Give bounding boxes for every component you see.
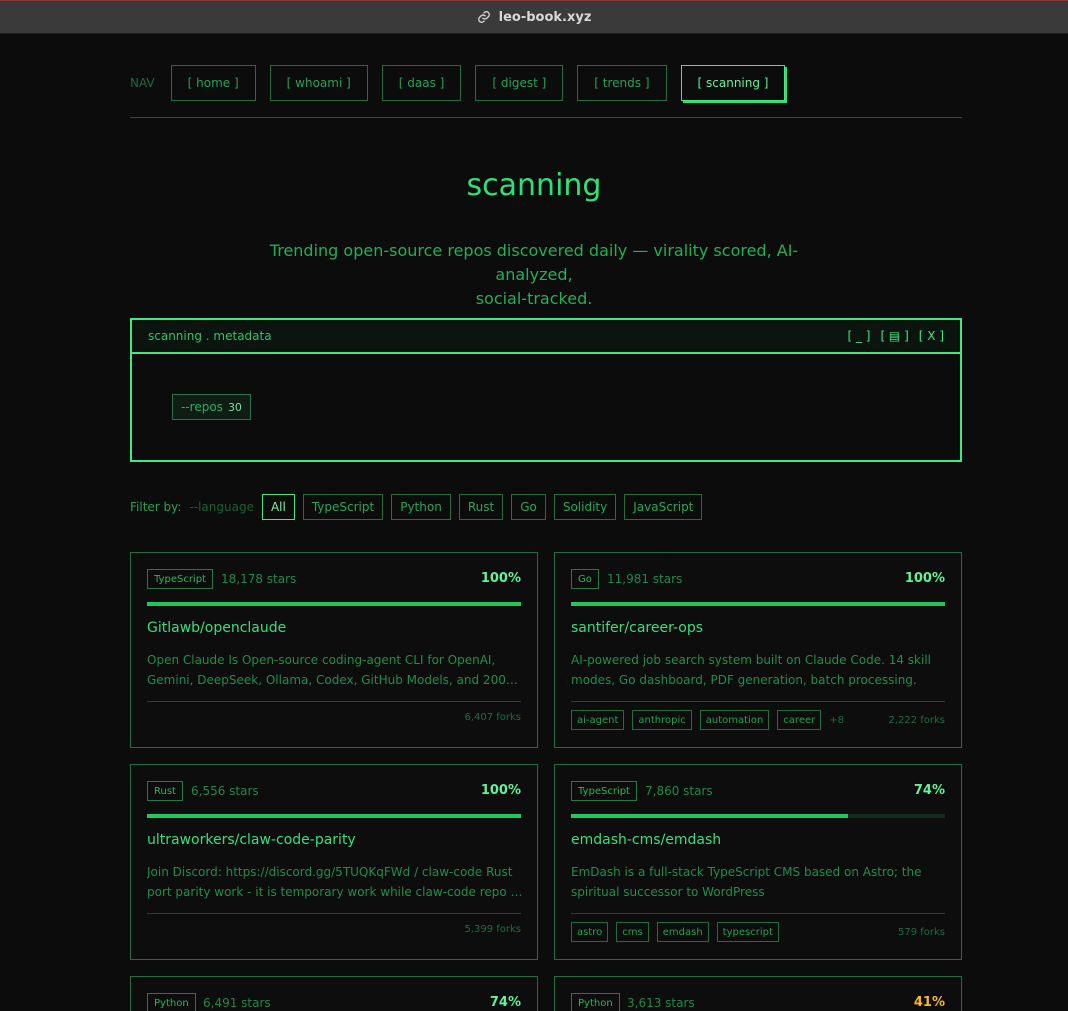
repo-description: Join Discord: https://discord.gg/5TUQKqF… <box>147 865 521 899</box>
page-subtitle: Trending open-source repos discovered da… <box>234 239 834 311</box>
language-badge: TypeScript <box>571 781 637 801</box>
repo-card[interactable]: Go 11,981 stars 100% santifer/career-ops… <box>554 552 962 748</box>
metadata-panel-title: scanning . metadata <box>148 329 272 343</box>
filter-label: Filter by: <box>130 500 182 514</box>
filter-typescript[interactable]: TypeScript <box>302 494 384 520</box>
score-bar-fill <box>147 814 521 818</box>
more-tags-count[interactable]: +8 <box>829 715 844 726</box>
fork-count: 579 forks <box>897 927 945 938</box>
repos-count-badge: --repos 30 <box>172 394 251 420</box>
minimize-button[interactable]: [ _ ] <box>847 329 870 343</box>
star-count: 18,178 stars <box>221 572 297 586</box>
repo-description: AI-powered job search system built on Cl… <box>571 653 931 687</box>
link-icon <box>477 10 491 24</box>
nav-trends[interactable]: [ trends ] <box>577 65 667 101</box>
repos-label: --repos <box>181 400 223 414</box>
topic-tag[interactable]: career <box>777 710 822 730</box>
score-bar-fill <box>571 602 945 606</box>
star-count: 7,860 stars <box>645 784 713 798</box>
repo-card[interactable]: TypeScript 18,178 stars 100% Gitlawb/ope… <box>130 552 538 748</box>
repo-card[interactable]: Python 6,491 stars 74% <box>130 976 538 1011</box>
repo-card[interactable]: Rust 6,556 stars 100% ultraworkers/claw-… <box>130 764 538 960</box>
repo-name-link[interactable]: Gitlawb/openclaude <box>147 620 286 636</box>
star-count: 6,491 stars <box>203 996 271 1010</box>
score-bar <box>571 602 945 606</box>
topic-tag[interactable]: astro <box>571 922 609 942</box>
topic-tag[interactable]: cms <box>616 922 649 942</box>
repo-description: EmDash is a full-stack TypeScript CMS ba… <box>571 865 922 899</box>
fork-count: 6,407 forks <box>464 712 521 723</box>
main-nav: NAV [ home ] [ whoami ] [ daas ] [ diges… <box>130 65 962 101</box>
topic-tag[interactable]: anthropic <box>632 710 692 730</box>
subtitle-line-1: Trending open-source repos discovered da… <box>269 241 799 284</box>
filter-javascript[interactable]: JavaScript <box>624 494 703 520</box>
star-count: 6,556 stars <box>191 784 259 798</box>
topic-tags: astro cms emdash typescript <box>571 922 779 942</box>
language-badge: Go <box>571 569 599 589</box>
filter-solidity[interactable]: Solidity <box>553 494 617 520</box>
repo-name-link[interactable]: santifer/career-ops <box>571 620 703 636</box>
nav-daas[interactable]: [ daas ] <box>381 65 462 101</box>
subtitle-line-2: social-tracked. <box>475 289 593 308</box>
virality-score: 100% <box>904 571 945 586</box>
nav-divider <box>130 117 962 118</box>
metadata-panel-header: scanning . metadata [ _ ] [ ▤ ] [ X ] <box>132 320 960 354</box>
topic-tag[interactable]: ai-agent <box>571 710 625 730</box>
topic-tag[interactable]: automation <box>699 710 770 730</box>
browser-url[interactable]: leo-book.xyz <box>499 10 592 25</box>
metadata-panel: scanning . metadata [ _ ] [ ▤ ] [ X ] --… <box>130 318 962 462</box>
nav-label: NAV <box>130 76 155 90</box>
fork-count: 5,399 forks <box>464 924 521 935</box>
language-badge: Python <box>571 993 620 1011</box>
nav-digest[interactable]: [ digest ] <box>475 65 564 101</box>
language-badge: TypeScript <box>147 569 213 589</box>
maximize-button[interactable]: [ ▤ ] <box>880 329 908 343</box>
window-controls: [ _ ] [ ▤ ] [ X ] <box>847 329 944 343</box>
language-badge: Python <box>147 993 196 1011</box>
star-count: 11,981 stars <box>607 572 683 586</box>
filter-rust[interactable]: Rust <box>458 494 504 520</box>
score-bar-fill <box>147 602 521 606</box>
filter-go[interactable]: Go <box>511 494 546 520</box>
virality-score: 100% <box>480 783 521 798</box>
topic-tags: ai-agent anthropic automation career +8 <box>571 710 844 730</box>
virality-score: 100% <box>480 571 521 586</box>
filter-python[interactable]: Python <box>391 494 451 520</box>
browser-title-bar: leo-book.xyz <box>0 0 1068 34</box>
topic-tag[interactable]: emdash <box>656 922 709 942</box>
nav-home[interactable]: [ home ] <box>170 65 256 101</box>
card-divider <box>147 913 521 914</box>
score-bar <box>147 602 521 606</box>
filter-flag: --language <box>189 500 254 514</box>
repo-card[interactable]: TypeScript 7,860 stars 74% emdash-cms/em… <box>554 764 962 960</box>
topic-tag[interactable]: typescript <box>716 922 779 942</box>
virality-score: 74% <box>489 995 521 1010</box>
language-badge: Rust <box>147 781 183 801</box>
score-bar <box>571 814 945 818</box>
score-bar <box>147 814 521 818</box>
card-divider <box>571 701 945 702</box>
fork-count: 2,222 forks <box>888 715 945 726</box>
filter-all[interactable]: All <box>261 494 295 520</box>
repo-card[interactable]: Python 3,613 stars 41% <box>554 976 962 1011</box>
nav-scanning[interactable]: [ scanning ] <box>680 65 786 101</box>
repos-count: 30 <box>227 400 242 414</box>
repo-name-link[interactable]: ultraworkers/claw-code-parity <box>147 832 356 848</box>
language-filter-bar: Filter by: --language All TypeScript Pyt… <box>130 494 710 520</box>
virality-score: 74% <box>913 783 945 798</box>
score-bar-fill <box>571 814 848 818</box>
repo-name-link[interactable]: emdash-cms/emdash <box>571 832 721 848</box>
card-divider <box>147 701 521 702</box>
star-count: 3,613 stars <box>627 996 695 1010</box>
virality-score: 41% <box>913 995 945 1010</box>
repo-description: Open Claude Is Open-source coding-agent … <box>147 653 516 687</box>
nav-whoami[interactable]: [ whoami ] <box>269 65 368 101</box>
card-divider <box>571 913 945 914</box>
close-button[interactable]: [ X ] <box>919 329 944 343</box>
page-title: scanning <box>466 168 602 203</box>
